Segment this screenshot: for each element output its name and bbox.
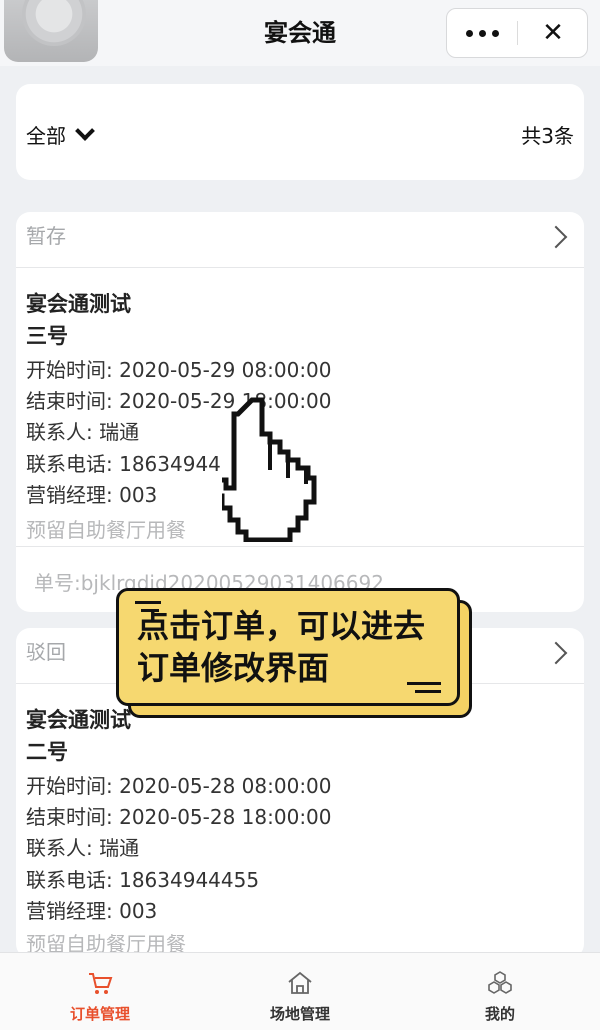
tab-bar: 订单管理 场地管理 我的 bbox=[0, 952, 600, 1030]
filter-bar: 全部 共3条 bbox=[16, 84, 584, 180]
chevron-right-icon bbox=[544, 641, 568, 665]
order-contact: 联系人: 瑞通 bbox=[26, 836, 140, 860]
order-phone: 联系电话: 18634944 bbox=[26, 452, 221, 476]
chevron-right-icon bbox=[544, 225, 568, 249]
tip-callout: 点击订单，可以进去订单修改界面 bbox=[116, 588, 460, 706]
hand-pointer-icon bbox=[222, 397, 317, 542]
order-end-time: 结束时间: 2020-05-28 18:00:00 bbox=[26, 805, 332, 829]
order-status-row[interactable]: 暂存 bbox=[16, 212, 584, 268]
order-manager: 营销经理: 003 bbox=[26, 483, 158, 507]
order-name-suffix: 三号 bbox=[26, 324, 68, 348]
more-options-button[interactable] bbox=[447, 9, 517, 57]
house-icon bbox=[288, 971, 312, 994]
order-status: 驳回 bbox=[26, 640, 66, 664]
order-status: 暂存 bbox=[26, 224, 66, 248]
close-button[interactable]: ✕ bbox=[518, 9, 588, 57]
mini-program-capsule: ✕ bbox=[446, 8, 588, 58]
order-start-time: 开始时间: 2020-05-28 08:00:00 bbox=[26, 774, 332, 798]
chevron-down-icon bbox=[75, 120, 95, 141]
cubes-icon bbox=[488, 971, 512, 994]
tab-label: 订单管理 bbox=[69, 1005, 130, 1023]
order-manager: 营销经理: 003 bbox=[26, 899, 158, 923]
tab-venue-management[interactable]: 场地管理 bbox=[200, 953, 400, 1030]
tab-label: 场地管理 bbox=[269, 1005, 330, 1023]
order-contact: 联系人: 瑞通 bbox=[26, 420, 140, 444]
order-name-suffix: 二号 bbox=[26, 740, 68, 764]
cart-icon bbox=[89, 973, 113, 994]
order-start-time: 开始时间: 2020-05-29 08:00:00 bbox=[26, 358, 332, 382]
tab-order-management[interactable]: 订单管理 bbox=[0, 953, 200, 1030]
order-name: 宴会通测试 bbox=[26, 292, 131, 316]
order-name: 宴会通测试 bbox=[26, 708, 131, 732]
order-phone: 联系电话: 18634944455 bbox=[26, 868, 260, 892]
tab-label: 我的 bbox=[484, 1005, 515, 1023]
nav-header: 宴会通 ✕ bbox=[0, 0, 600, 66]
card-divider bbox=[16, 546, 584, 547]
status-filter-label: 全部 bbox=[26, 124, 66, 148]
order-note: 预留自助餐厅用餐 bbox=[26, 518, 186, 542]
tab-mine[interactable]: 我的 bbox=[400, 953, 600, 1030]
order-count: 共3条 bbox=[521, 124, 574, 148]
tip-text: 点击订单，可以进去订单修改界面 bbox=[137, 607, 426, 687]
status-filter-dropdown[interactable]: 全部 bbox=[26, 120, 95, 149]
